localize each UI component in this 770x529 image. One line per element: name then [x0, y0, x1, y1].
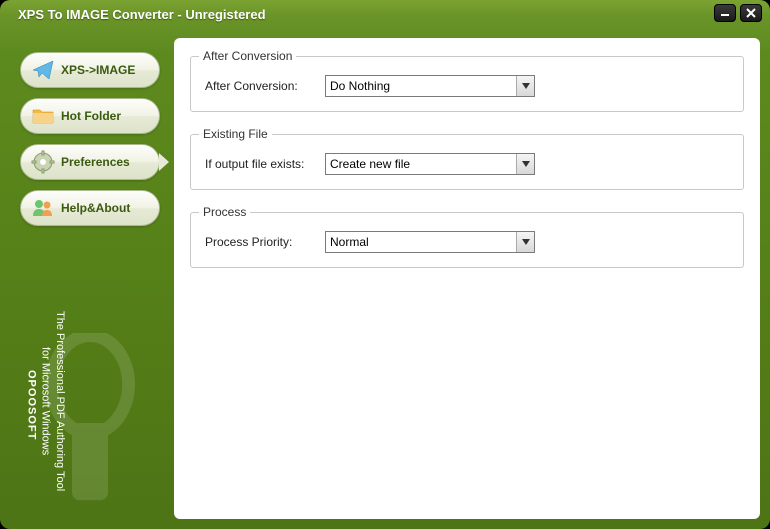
people-icon [31, 196, 55, 220]
field-row: After Conversion: Do Nothing [205, 75, 729, 97]
field-label: Process Priority: [205, 235, 315, 249]
sidebar-tagline: The Professional PDF Authoring Tool for … [24, 291, 67, 511]
field-row: If output file exists: Create new file [205, 153, 729, 175]
gear-icon [31, 150, 55, 174]
content-panel: After Conversion After Conversion: Do No… [174, 38, 760, 519]
after-conversion-select[interactable]: Do Nothing [325, 75, 535, 97]
sidebar-item-label: Help&About [61, 201, 130, 215]
sidebar-item-help-about[interactable]: Help&About [20, 190, 160, 226]
title-controls [714, 4, 762, 22]
existing-file-group: Existing File If output file exists: Cre… [190, 134, 744, 190]
titlebar: XPS To IMAGE Converter - Unregistered [0, 0, 770, 28]
sidebar: XPS->IMAGE Hot Folder Preferences Help&A… [6, 28, 174, 523]
sidebar-item-label: Preferences [61, 155, 130, 169]
existing-file-select[interactable]: Create new file [325, 153, 535, 175]
brand-name: OPOOSOFT [24, 299, 38, 511]
tagline-line1: The Professional PDF Authoring Tool [53, 291, 67, 511]
window-title: XPS To IMAGE Converter - Unregistered [18, 7, 266, 22]
sidebar-item-xps-image[interactable]: XPS->IMAGE [20, 52, 160, 88]
group-legend: Process [199, 205, 250, 219]
sidebar-item-hot-folder[interactable]: Hot Folder [20, 98, 160, 134]
select-value: Do Nothing [325, 75, 535, 97]
sidebar-item-label: XPS->IMAGE [61, 63, 135, 77]
field-row: Process Priority: Normal [205, 231, 729, 253]
sidebar-item-preferences[interactable]: Preferences [20, 144, 160, 180]
select-value: Create new file [325, 153, 535, 175]
field-label: After Conversion: [205, 79, 315, 93]
process-priority-select[interactable]: Normal [325, 231, 535, 253]
process-group: Process Process Priority: Normal [190, 212, 744, 268]
close-button[interactable] [740, 4, 762, 22]
after-conversion-group: After Conversion After Conversion: Do No… [190, 56, 744, 112]
select-value: Normal [325, 231, 535, 253]
paper-plane-icon [31, 58, 55, 82]
close-icon [746, 8, 756, 18]
field-label: If output file exists: [205, 157, 315, 171]
tagline-line2: for Microsoft Windows [38, 291, 52, 511]
minimize-icon [720, 9, 730, 17]
minimize-button[interactable] [714, 4, 736, 22]
group-legend: Existing File [199, 127, 272, 141]
app-window: XPS To IMAGE Converter - Unregistered XP… [0, 0, 770, 529]
folder-icon [31, 104, 55, 128]
group-legend: After Conversion [199, 49, 296, 63]
sidebar-item-label: Hot Folder [61, 109, 121, 123]
body-area: XPS->IMAGE Hot Folder Preferences Help&A… [6, 28, 764, 523]
